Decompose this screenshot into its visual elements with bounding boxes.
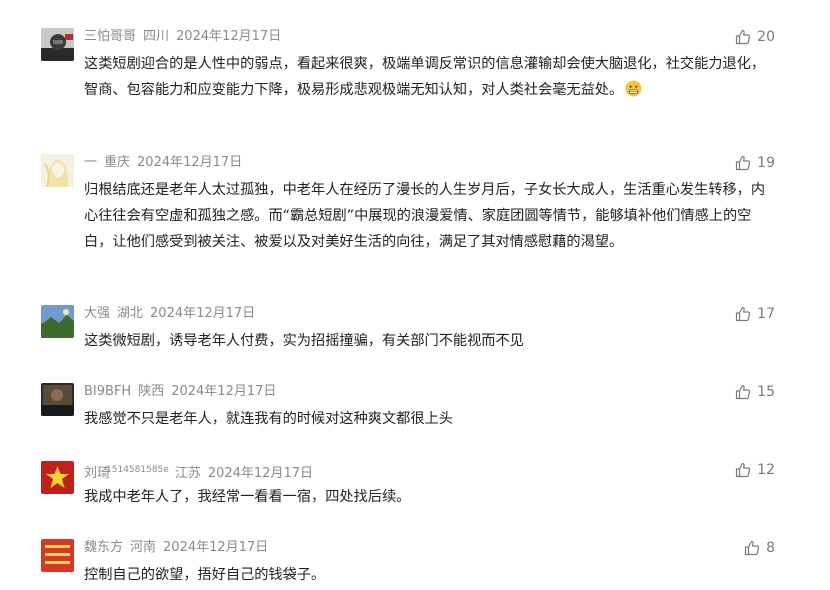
comment-meta: 魏东方 河南 2024年12月17日 bbox=[84, 539, 275, 557]
comment-date: 2024年12月17日 bbox=[171, 384, 277, 399]
thumbs-up-icon bbox=[736, 306, 751, 322]
like-button[interactable]: 12 bbox=[735, 461, 775, 479]
thumbs-up-icon bbox=[736, 462, 751, 478]
comment-text: 控制自己的欲望，捂好自己的钱袋子。 bbox=[84, 567, 326, 583]
comment-text: 我感觉不只是老年人，就连我有的时候对这种爽文都很上头 bbox=[84, 411, 453, 427]
avatar[interactable] bbox=[41, 539, 74, 572]
author-location: 重庆 bbox=[104, 155, 131, 170]
avatar[interactable] bbox=[41, 154, 74, 187]
comment-text: 归根结底还是老年人太过孤独，中老年人在经历了漫长的人生岁月后，子女长大成人，生活… bbox=[84, 182, 766, 250]
thumbs-up-icon bbox=[736, 384, 751, 400]
comment-meta: 一重庆 2024年12月17日 bbox=[84, 154, 249, 172]
author-name[interactable]: 一 bbox=[84, 155, 97, 170]
comment-date: 2024年12月17日 bbox=[163, 540, 269, 555]
comment-date: 2024年12月17日 bbox=[137, 155, 243, 170]
like-button[interactable]: 15 bbox=[735, 383, 775, 401]
like-count: 17 bbox=[757, 306, 775, 322]
comment-meta: 大强 湖北 2024年12月17日 bbox=[84, 305, 262, 323]
comment-meta: 刘琦1514581585e 江苏 2024年12月17日 bbox=[84, 461, 320, 481]
comment-date: 2024年12月17日 bbox=[150, 306, 256, 321]
author-name[interactable]: 魏东方 bbox=[84, 540, 123, 555]
comment-meta: 三怕哥哥 四川 2024年12月17日 bbox=[84, 28, 288, 46]
avatar[interactable] bbox=[41, 461, 74, 494]
avatar[interactable] bbox=[41, 28, 74, 61]
grimacing-face-emoji bbox=[625, 80, 642, 97]
author-location: 河南 bbox=[130, 540, 157, 555]
like-count: 19 bbox=[757, 155, 775, 171]
like-button[interactable]: 19 bbox=[735, 154, 775, 172]
comment-date: 2024年12月17日 bbox=[207, 466, 314, 481]
comment-meta: BI9BFH 陕西 2024年12月17日 bbox=[84, 383, 283, 401]
author-name[interactable]: 三怕哥哥 bbox=[84, 29, 136, 44]
author-tag: 1514581585e bbox=[106, 465, 169, 475]
thumbs-up-icon bbox=[736, 29, 751, 45]
author-name[interactable]: 大强 bbox=[84, 306, 110, 321]
thumbs-up-icon bbox=[736, 155, 751, 171]
comment-text: 我成中老年人了，我经常一看看一宿，四处找后续。 bbox=[84, 489, 411, 505]
author-location: 四川 bbox=[143, 29, 170, 44]
author-name[interactable]: BI9BFH bbox=[84, 384, 131, 399]
comment-text: 这类微短剧，诱导老年人付费，实为招摇撞骗，有关部门不能视而不见 bbox=[84, 333, 524, 349]
thumbs-up-icon bbox=[744, 540, 760, 556]
like-button[interactable]: 20 bbox=[735, 28, 775, 46]
comment-list: 三怕哥哥 四川 2024年12月17日 20 这类短剧迎合的是人性中的弱点，看起来很… bbox=[0, 0, 830, 590]
author-location: 江苏 bbox=[174, 466, 201, 481]
author-location: 陕西 bbox=[138, 384, 165, 399]
like-button[interactable]: 17 bbox=[735, 305, 775, 323]
like-count: 15 bbox=[757, 384, 775, 400]
avatar[interactable] bbox=[41, 305, 74, 338]
avatar[interactable] bbox=[41, 383, 74, 416]
author-location: 湖北 bbox=[117, 306, 144, 321]
like-count: 8 bbox=[766, 540, 775, 556]
comment-text: 这类短剧迎合的是人性中的弱点，看起来很爽，极端单调反常识的信息灌输却会使大脑退化… bbox=[84, 51, 772, 103]
like-count: 20 bbox=[757, 29, 775, 45]
comment-date: 2024年12月17日 bbox=[176, 29, 282, 44]
comment-body: 这类短剧迎合的是人性中的弱点，看起来很爽，极端单调反常识的信息灌输却会使大脑退化… bbox=[84, 56, 766, 98]
like-button[interactable]: 8 bbox=[744, 539, 775, 557]
like-count: 12 bbox=[757, 462, 775, 478]
